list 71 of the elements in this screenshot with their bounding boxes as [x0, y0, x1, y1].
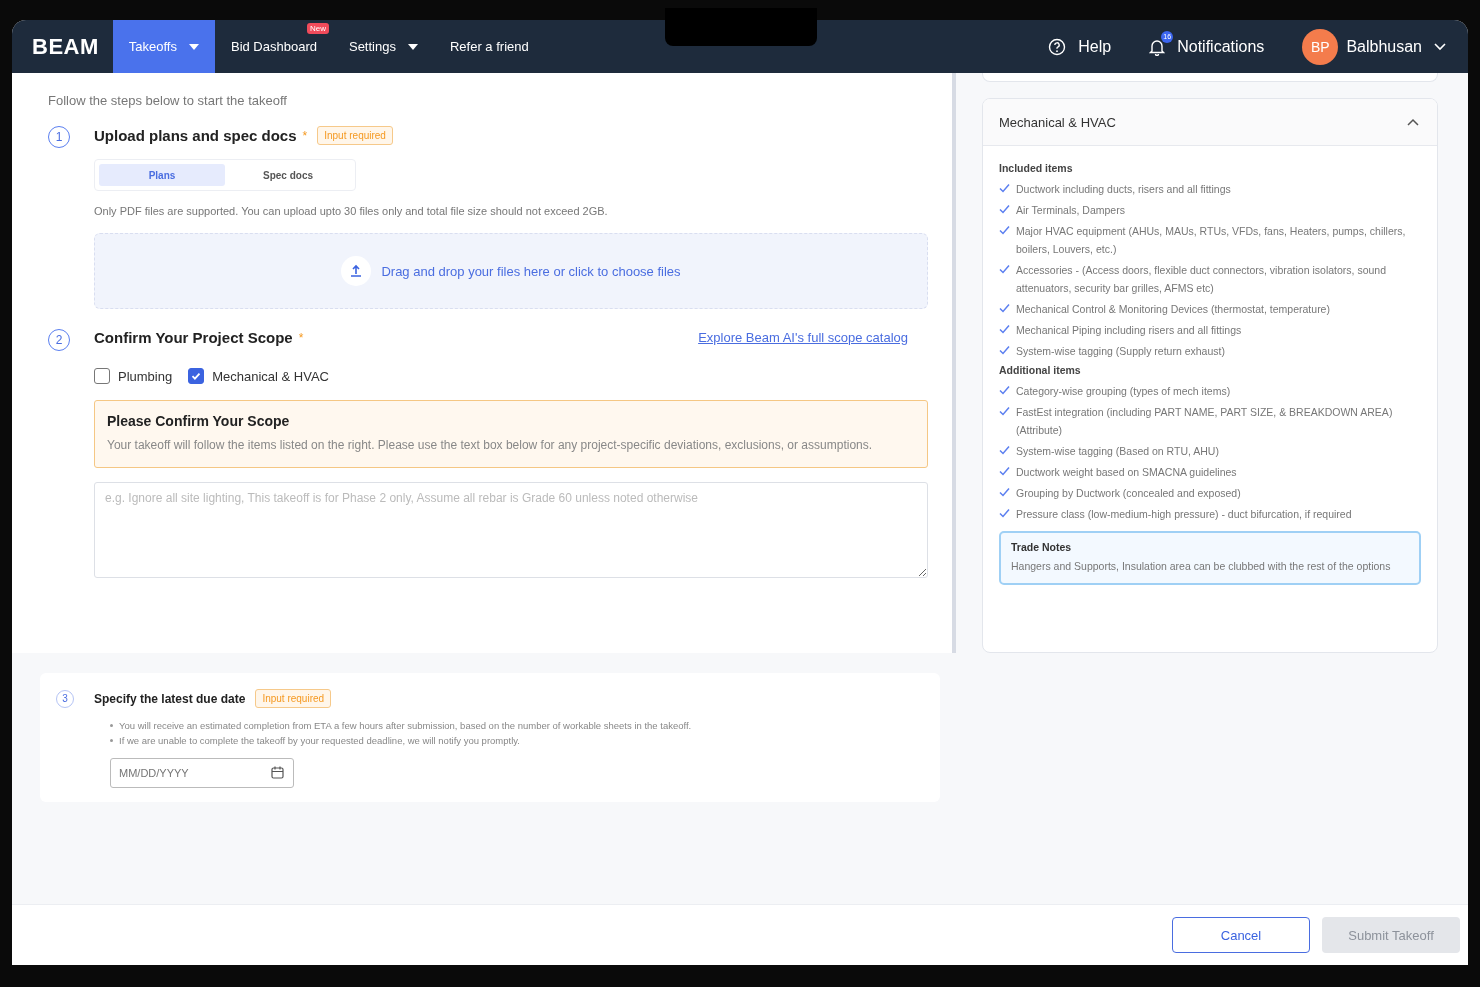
upload-note: Only PDF files are supported. You can upload upto 30 files only and total file size should not exceed 2GB.	[94, 205, 609, 217]
scope-item: Mechanical Piping including risers and all fittings	[1016, 323, 1242, 338]
scope-item: System-wise tagging (Based on RTU, AHU)	[1016, 444, 1219, 459]
chevron-icon[interactable]	[1407, 118, 1419, 126]
checkbox-label: Mechanical & HVAC	[212, 368, 329, 384]
trade-notes-text: Hangers and Supports, Insulation area can be clubbed with the rest of the options	[1011, 559, 1392, 574]
checkmark-icon	[999, 445, 1010, 455]
logo: BEAM	[32, 33, 99, 60]
file-dropzone[interactable]: Drag and drop your files here or click to choose files	[94, 233, 928, 309]
step-title: Specify the latest due date	[94, 691, 246, 706]
help-icon	[1048, 37, 1067, 56]
required-asterisk: *	[298, 330, 304, 345]
checkmark-icon	[999, 406, 1010, 416]
checkmark-icon	[999, 508, 1010, 518]
callout-title: Please Confirm Your Scope	[107, 413, 291, 429]
step-title: Confirm Your Project Scope	[94, 329, 293, 346]
input-required-tag: Input required	[317, 126, 393, 145]
cancel-button[interactable]: Cancel	[1172, 917, 1310, 953]
scope-item: System-wise tagging (Supply return exhaust)	[1016, 344, 1225, 359]
scope-item: FastEst integration (including PART NAME, PART SIZE, & BREAKDOWN AREA) (Attribute)	[1016, 405, 1394, 438]
checkmark-icon	[999, 225, 1010, 235]
scope-item: Major HVAC equipment (AHUs, MAUs, RTUs, VFDs, fans, Heaters, pumps, chillers, boilers, Louvers, etc.)	[1016, 224, 1407, 257]
checkmark-icon	[999, 264, 1010, 274]
help-link[interactable]: Help	[1042, 20, 1118, 73]
checkmark-icon	[999, 385, 1010, 395]
scope-item: Mechanical Control & Monitoring Devices (thermostat, temperature)	[1016, 302, 1330, 317]
checkmark-icon	[190, 370, 203, 382]
scope-item: Category-wise grouping (types of mech items)	[1016, 384, 1231, 399]
nav-tab[interactable]: Takeoffs	[112, 20, 215, 73]
doc-type-tab[interactable]: Spec docs	[225, 164, 351, 186]
step-title: Upload plans and spec docs	[94, 127, 297, 144]
dropzone-text: Drag and drop your files here or click to choose files	[381, 263, 681, 279]
checkbox[interactable]	[188, 368, 205, 384]
checkmark-icon	[999, 345, 1010, 355]
scope-item: Grouping by Ductwork (concealed and exposed)	[1016, 486, 1241, 501]
checkmark-icon	[999, 204, 1010, 214]
chevron-down-icon	[1434, 42, 1446, 51]
scope-item: Air Terminals, Dampers	[1016, 203, 1125, 218]
checkbox[interactable]	[94, 368, 110, 384]
upload-icon	[341, 256, 372, 286]
intro-text: Follow the steps below to start the takeoff	[48, 93, 288, 108]
scope-item: Pressure class (low-medium-high pressure) - duct bifurcation, if required	[1016, 507, 1352, 522]
info-bullet: If we are unable to complete the takeoff by your requested deadline, we will notify you promptly.	[119, 735, 520, 746]
scope-catalog-link[interactable]: Explore Beam AI's full scope catalog	[698, 330, 908, 345]
checkmark-icon	[999, 466, 1010, 476]
doc-type-tab[interactable]: Plans	[99, 164, 225, 186]
nav-tab[interactable]: Refer a friend	[433, 20, 545, 73]
date-field[interactable]: MM/DD/YYYY	[110, 758, 294, 788]
required-asterisk: *	[302, 128, 308, 143]
scope-item: Ductwork including ducts, risers and all fittings	[1016, 182, 1231, 197]
user-menu[interactable]: BP Balbhusan	[1296, 20, 1452, 73]
user-avatar: BP	[1302, 28, 1339, 65]
checkmark-icon	[999, 487, 1010, 497]
checkmark-icon	[999, 324, 1010, 334]
section-heading: Additional items	[999, 364, 1082, 376]
section-heading: Included items	[999, 162, 1074, 174]
bell-icon	[1149, 37, 1166, 56]
checkbox-label: Plumbing	[118, 368, 173, 384]
callout-text: Your takeoff will follow the items listed on the right. Please use the text box below for any project-specific deviations, exclusions, or assumptions.	[107, 437, 874, 454]
scope-notes-field[interactable]: e.g. Ignore all site lighting, This takeoff is for Phase 2 only, Assume all rebar is Grade 60 unless noted otherwise	[94, 482, 928, 579]
scope-item: Ductwork weight based on SMACNA guidelines	[1016, 465, 1237, 480]
checkmark-icon	[999, 183, 1010, 193]
input-required-tag: Input required	[255, 689, 332, 708]
info-bullet: You will receive an estimated completion from ETA a few hours after submission, based on the number of workable sheets in the takeoff.	[119, 720, 692, 731]
nav-tab[interactable]: Settings	[332, 20, 434, 73]
new-badge: New	[306, 23, 329, 34]
calendar-icon	[271, 766, 284, 779]
scope-item: Accessories - (Access doors, flexible duct connectors, vibration isolators, sound attenuators, security bar grilles, AFMS etc)	[1016, 263, 1387, 296]
scope-card-title: Mechanical & HVAC	[999, 114, 1116, 130]
checkmark-icon	[999, 303, 1010, 313]
trade-notes-title: Trade Notes	[1011, 541, 1073, 553]
